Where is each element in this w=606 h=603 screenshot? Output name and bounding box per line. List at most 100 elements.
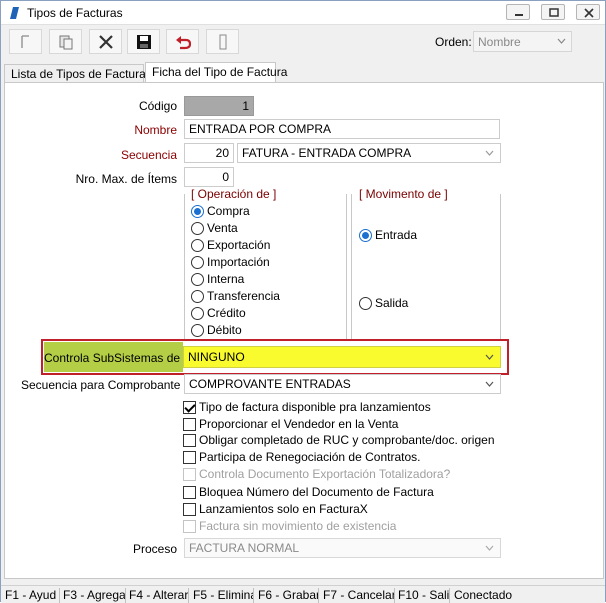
tab-ficha[interactable]: Ficha del Tipo de Factura xyxy=(145,62,287,83)
status-f10[interactable]: F10 - Salir xyxy=(398,588,450,603)
radio-exportacion-label: Exportación xyxy=(207,238,271,252)
chevron-down-icon xyxy=(485,381,494,387)
chevron-down-icon xyxy=(485,150,494,156)
tab-ficha-label: Ficha del Tipo de Factura xyxy=(152,65,288,79)
copy-button[interactable] xyxy=(49,29,82,54)
radio-transferencia-indicator xyxy=(191,290,204,303)
checkbox-facturax-box xyxy=(183,503,196,516)
max-items-label: Nro. Max. de Ítems xyxy=(75,172,177,186)
radio-interna-indicator xyxy=(191,273,204,286)
delete-icon xyxy=(99,35,113,49)
checkbox-vendedor-label: Proporcionar el Vendedor en la Venta xyxy=(199,417,399,431)
undo-button[interactable] xyxy=(166,29,199,54)
codigo-label: Código xyxy=(138,99,177,113)
movimiento-groupbox xyxy=(351,194,501,340)
close-icon xyxy=(584,8,594,18)
subsistemas-label: Controla SubSistemas de xyxy=(44,351,181,365)
secuencia-number-field[interactable]: 20 xyxy=(184,143,234,163)
secuencia-label: Secuencia xyxy=(120,148,177,162)
max-items-field[interactable]: 0 xyxy=(184,167,234,187)
minimize-button[interactable] xyxy=(506,4,530,20)
print-button[interactable] xyxy=(206,29,239,54)
radio-venta-label: Venta xyxy=(207,221,238,235)
proceso-label: Proceso xyxy=(132,542,177,556)
checkbox-ruc-label: Obligar completado de RUC y comprobante/… xyxy=(199,433,495,447)
subsistemas-select[interactable]: NINGUNO xyxy=(183,346,501,368)
radio-exportacion-indicator xyxy=(191,239,204,252)
movimiento-title: [ Movimento de ] xyxy=(357,187,450,201)
new-icon xyxy=(21,35,29,48)
checkbox-vendedor-box xyxy=(183,418,196,431)
nombre-field[interactable]: ENTRADA POR COMPRA xyxy=(184,119,500,139)
radio-importacion-label: Importación xyxy=(207,255,270,269)
checkbox-disponible-label: Tipo de factura disponible pra lanzamien… xyxy=(199,400,431,414)
checkbox-renegociacion-label: Participa de Renegociación de Contratos. xyxy=(199,450,421,464)
radio-credito-indicator xyxy=(191,307,204,320)
save-icon xyxy=(137,35,151,49)
radio-salida-indicator xyxy=(359,297,372,310)
close-button[interactable] xyxy=(576,4,600,20)
status-f1[interactable]: F1 - Ayud xyxy=(5,588,60,603)
radio-entrada-indicator xyxy=(359,229,372,242)
window: Tipos de Facturas Orden: Nombre Lista de… xyxy=(0,0,606,603)
subsistemas-select-value: NINGUNO xyxy=(188,350,245,364)
radio-transferencia-label: Transferencia xyxy=(207,289,280,303)
secuencia-select-value: FATURA - ENTRADA COMPRA xyxy=(242,146,412,160)
status-f7[interactable]: F7 - Cancelar xyxy=(323,588,395,603)
radio-importacion-indicator xyxy=(191,256,204,269)
chevron-down-icon xyxy=(485,354,494,360)
checkbox-facturax-label: Lanzamientos solo en FacturaX xyxy=(199,502,368,516)
codigo-field: 1 xyxy=(184,96,254,116)
radio-venta-indicator xyxy=(191,222,204,235)
delete-button[interactable] xyxy=(89,29,122,54)
chevron-down-icon xyxy=(557,38,566,44)
checkbox-sin-movimiento-box xyxy=(183,520,196,533)
radio-debito-label: Débito xyxy=(207,323,242,337)
sec-comprobante-select[interactable]: COMPROVANTE ENTRADAS xyxy=(184,374,501,394)
status-f3[interactable]: F3 - Agrega xyxy=(63,588,126,603)
checkbox-renegociacion-box xyxy=(183,451,196,464)
save-button[interactable] xyxy=(127,29,160,54)
radio-entrada-label: Entrada xyxy=(375,228,418,242)
window-title: Tipos de Facturas xyxy=(27,6,123,20)
status-connection: Conectado xyxy=(454,588,513,602)
radio-compra-indicator xyxy=(191,205,204,218)
proceso-select-value: FACTURA NORMAL xyxy=(189,541,300,555)
radio-interna-label: Interna xyxy=(207,272,245,286)
secuencia-select[interactable]: FATURA - ENTRADA COMPRA xyxy=(237,143,501,163)
status-f4[interactable]: F4 - Alterar xyxy=(129,588,189,603)
order-select[interactable]: Nombre xyxy=(473,31,572,52)
checkbox-exportacion-totalizadora-box xyxy=(183,468,196,481)
new-button[interactable] xyxy=(9,29,42,54)
tab-lista[interactable]: Lista de Tipos de Facturas xyxy=(4,64,152,83)
copy-icon xyxy=(59,35,73,50)
checkbox-disponible-box xyxy=(183,401,196,414)
radio-credito-label: Crédito xyxy=(207,306,246,320)
checkbox-exportacion-totalizadora-label: Controla Documento Exportación Totalizad… xyxy=(199,467,451,481)
order-label: Orden: xyxy=(435,35,472,49)
radio-compra-label: Compra xyxy=(207,204,250,218)
chevron-down-icon xyxy=(485,545,494,551)
checkbox-ruc-box xyxy=(183,434,196,447)
checkbox-sin-movimiento-label: Factura sin movimiento de existencia xyxy=(199,519,397,533)
nombre-label: Nombre xyxy=(134,123,177,137)
sec-comprobante-value: COMPROVANTE ENTRADAS xyxy=(189,377,351,391)
status-f6[interactable]: F6 - Grabar xyxy=(258,588,319,603)
sec-comprobante-label: Secuencia para Comprobante xyxy=(21,378,181,392)
tab-lista-label: Lista de Tipos de Facturas xyxy=(11,67,152,81)
status-bar: F1 - Ayud F3 - Agrega F4 - Alterar F5 - … xyxy=(1,585,605,603)
radio-salida-label: Salida xyxy=(375,296,409,310)
order-select-value: Nombre xyxy=(478,35,521,49)
minimize-icon xyxy=(515,14,523,16)
app-icon xyxy=(10,7,19,19)
proceso-select: FACTURA NORMAL xyxy=(184,538,501,558)
title-bar: Tipos de Facturas xyxy=(1,1,605,25)
print-icon xyxy=(219,34,227,50)
operacion-title: [ Operación de ] xyxy=(189,187,279,201)
checkbox-bloquea-numero-label: Bloquea Número del Documento de Factura xyxy=(199,485,434,499)
undo-icon xyxy=(176,36,191,50)
checkbox-bloquea-numero-box xyxy=(183,486,196,499)
status-f5[interactable]: F5 - Elimina xyxy=(193,588,254,603)
radio-debito-indicator xyxy=(191,324,204,337)
maximize-button[interactable] xyxy=(541,4,565,20)
